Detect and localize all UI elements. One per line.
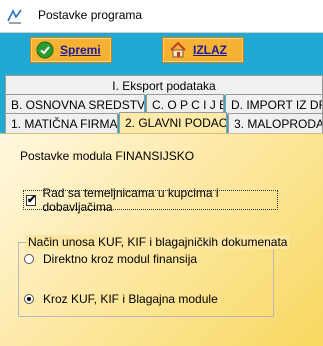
window-title: Postavke programa [38, 8, 143, 22]
tab-opcije[interactable]: C. O P C I J E [146, 94, 224, 114]
toolbar: Spremi IZLAZ [0, 33, 323, 69]
tab-label: D. IMPORT IZ DRU [231, 98, 322, 112]
radio-button[interactable] [24, 254, 34, 264]
tab-osnovna-sredstva[interactable]: B. OSNOVNA SREDSTVA [5, 94, 145, 114]
tab-label: C. O P C I J E [152, 98, 224, 112]
exit-label: IZLAZ [193, 43, 227, 57]
tab-maloprodaja[interactable]: 3. MALOPRODAJ [228, 113, 323, 133]
tab-maticna-firma[interactable]: 1. MATIČNA FIRMA [5, 113, 118, 133]
app-icon [7, 9, 22, 24]
checkmark-icon: ✔ [27, 193, 37, 206]
tab-import[interactable]: D. IMPORT IZ DRU [225, 94, 323, 114]
tab-label: 3. MALOPRODAJ [234, 117, 323, 131]
title-bar: Postavke programa [0, 0, 323, 33]
temeljnice-checkbox[interactable]: ✔ [26, 193, 37, 206]
tab-label: 1. MATIČNA FIRMA [11, 117, 118, 131]
save-label: Spremi [60, 43, 101, 57]
radio-selected-dot [27, 297, 31, 301]
temeljnice-checkbox-row[interactable]: ✔ Rad sa temeljnicama u kupcima i dobavl… [23, 186, 278, 214]
group-title: Način unosa KUF, KIF i blagajničkih doku… [26, 235, 290, 249]
tab-label: B. OSNOVNA SREDSTVA [11, 98, 145, 112]
check-icon [36, 41, 54, 59]
exit-button[interactable]: IZLAZ [162, 37, 244, 63]
tab-strip: I. Eksport podataka B. OSNOVNA SREDSTVA … [0, 69, 323, 135]
radio-button[interactable] [24, 294, 34, 304]
tab-label: 2. GLAVNI PODACI [125, 116, 227, 130]
checkbox-label: Rad sa temeljnicama u kupcima i dobavlja… [42, 186, 219, 214]
radio-label: Direktno kroz modul finansija [43, 252, 198, 266]
tab-export[interactable]: I. Eksport podataka [5, 75, 323, 95]
tab-glavni-podaci[interactable]: 2. GLAVNI PODACI [119, 112, 227, 134]
radio-kuf-kif[interactable]: Kroz KUF, KIF i Blagajna module [24, 292, 218, 306]
tab-label: I. Eksport podataka [112, 79, 216, 93]
section-title: Postavke modula FINANSIJSKO [20, 149, 195, 163]
radio-direct[interactable]: Direktno kroz modul finansija [24, 252, 197, 266]
save-button[interactable]: Spremi [30, 37, 112, 63]
radio-label: Kroz KUF, KIF i Blagajna module [43, 292, 218, 306]
home-icon [170, 41, 186, 58]
